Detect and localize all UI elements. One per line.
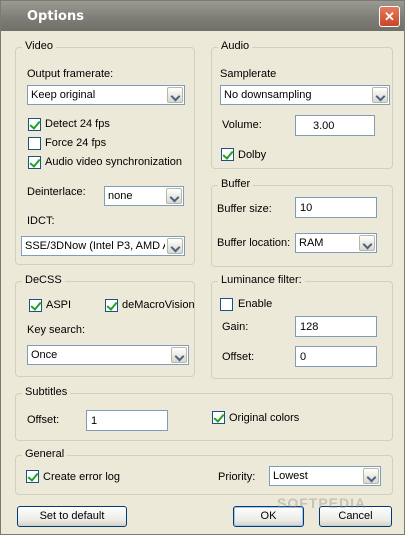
volume-label: Volume: [222,119,262,131]
dolby-label[interactable]: Dolby [238,149,266,161]
chevron-down-icon[interactable] [167,87,183,103]
subtitles-offset-input[interactable]: 1 [86,410,168,431]
luminance-offset-value: 0 [300,351,307,363]
luminance-enable-label[interactable]: Enable [238,298,272,310]
buffer-location-select[interactable]: RAM [295,233,377,253]
aspi-checkbox[interactable] [29,299,42,312]
options-dialog: Options ✕ Video Output framerate: Keep o… [0,0,405,535]
chevron-down-icon[interactable] [171,347,187,363]
error-log-label[interactable]: Create error log [43,471,120,483]
chevron-down-icon[interactable] [372,87,388,103]
aspi-label[interactable]: ASPI [46,299,71,311]
error-log-checkbox[interactable] [26,470,39,483]
subtitles-legend: Subtitles [22,386,71,398]
subtitles-offset-label: Offset: [27,414,60,426]
priority-value: Lowest [273,470,308,482]
gain-value: 128 [300,321,319,333]
chevron-down-icon[interactable] [363,468,379,484]
force-24fps-checkbox[interactable] [28,137,41,150]
detect-24fps-label[interactable]: Detect 24 fps [45,118,110,130]
idct-select[interactable]: SSE/3DNow (Intel P3, AMD A [21,236,185,256]
samplerate-value: No downsampling [224,89,312,101]
luminance-legend: Luminance filter: [218,274,305,286]
buffer-size-label: Buffer size: [217,203,272,215]
luminance-offset-label: Offset: [222,351,255,363]
buffer-legend: Buffer [218,178,254,190]
force-24fps-label[interactable]: Force 24 fps [45,137,106,149]
deinterlace-label: Deinterlace: [27,186,86,198]
close-icon[interactable]: ✕ [379,6,400,27]
deinterlace-value: none [108,190,133,202]
output-framerate-value: Keep original [31,89,96,101]
buffer-location-label: Buffer location: [217,237,291,249]
chevron-down-icon[interactable] [166,188,182,204]
buffer-size-value: 10 [300,202,313,214]
samplerate-select[interactable]: No downsampling [220,85,390,105]
demacrovision-checkbox[interactable] [105,299,118,312]
gain-input[interactable]: 128 [295,316,377,337]
samplerate-label: Samplerate [220,68,277,80]
gain-label: Gain: [222,321,249,333]
luminance-enable-checkbox[interactable] [220,298,233,311]
av-sync-checkbox[interactable] [28,156,41,169]
video-legend: Video [22,40,56,52]
buffer-size-input[interactable]: 10 [295,197,377,218]
priority-label: Priority: [218,471,256,483]
set-default-button[interactable]: Set to default [17,506,127,527]
chevron-down-icon[interactable] [167,238,183,254]
volume-input[interactable]: 3.00 [295,115,375,136]
buffer-location-value: RAM [299,237,324,249]
dolby-checkbox[interactable] [221,148,234,161]
subtitles-offset-value: 1 [91,415,98,427]
demacrovision-label[interactable]: deMacroVision [122,299,195,311]
general-legend: General [22,448,68,460]
title-bar[interactable]: Options ✕ [1,1,404,31]
priority-select[interactable]: Lowest [269,466,381,486]
volume-value: 3.00 [313,120,335,132]
output-framerate-select[interactable]: Keep original [27,85,185,105]
subtitles-group: Subtitles [15,386,393,441]
audio-legend: Audio [218,40,253,52]
idct-value: SSE/3DNow (Intel P3, AMD A [25,240,165,252]
key-search-label: Key search: [27,324,86,336]
output-framerate-label: Output framerate: [27,68,114,80]
watermark: SOFTPEDIA [277,495,367,511]
key-search-value: Once [31,349,58,361]
decss-legend: DeCSS [22,274,65,286]
chevron-down-icon[interactable] [359,235,375,251]
av-sync-label[interactable]: Audio video synchronization [45,156,182,168]
key-search-select[interactable]: Once [27,345,189,365]
original-colors-checkbox[interactable] [212,411,225,424]
idct-label: IDCT: [27,215,55,227]
window-title: Options [27,9,84,24]
detect-24fps-checkbox[interactable] [28,118,41,131]
luminance-offset-input[interactable]: 0 [295,346,377,367]
deinterlace-select[interactable]: none [104,186,184,206]
original-colors-label[interactable]: Original colors [229,412,299,424]
